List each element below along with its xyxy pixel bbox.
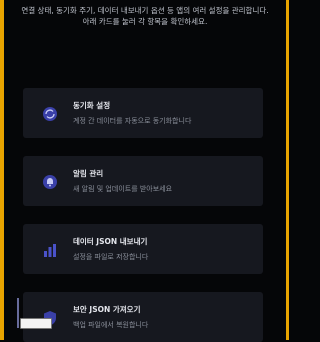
card-description: 계정 간 데이터를 자동으로 동기화합니다: [73, 117, 192, 125]
settings-card-export[interactable]: 데이터 JSON 내보내기 설정을 파일로 저장합니다: [23, 224, 263, 274]
tooltip-popup: [20, 318, 52, 329]
card-title: 알림 관리: [73, 169, 104, 178]
card-title: 데이터 JSON 내보내기: [73, 237, 148, 246]
right-edge-bar: [286, 0, 289, 340]
bell-icon: [41, 173, 59, 191]
settings-card-notifications[interactable]: 알림 관리 새 알림 및 업데이트를 받아보세요: [23, 156, 263, 206]
sync-icon: [41, 105, 59, 123]
card-description: 백업 파일에서 복원합니다: [73, 321, 149, 329]
intro-text: 연결 상태, 동기화 주기, 데이터 내보내기 옵션 등 앱의 여러 설정을 관…: [21, 6, 269, 26]
settings-card-import[interactable]: 보안 JSON 가져오기 백업 파일에서 복원합니다: [23, 292, 263, 342]
left-edge-bar: [0, 0, 4, 340]
settings-card-sync[interactable]: 동기화 설정 계정 간 데이터를 자동으로 동기화합니다: [23, 88, 263, 138]
card-title: 보안 JSON 가져오기: [73, 305, 141, 314]
card-description: 새 알림 및 업데이트를 받아보세요: [73, 185, 173, 193]
chart-icon: [41, 241, 59, 259]
card-title: 동기화 설정: [73, 101, 111, 110]
card-description: 설정을 파일로 저장합니다: [73, 253, 149, 261]
